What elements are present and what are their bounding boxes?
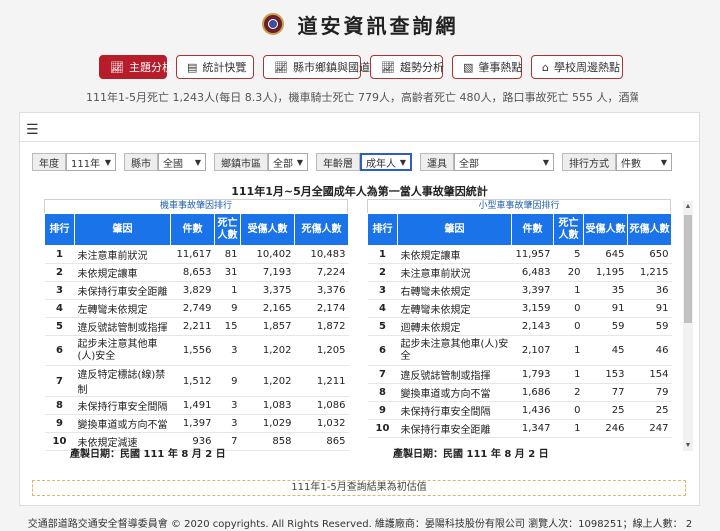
col-header-deaths: 死亡人數 (214, 213, 241, 246)
sort-select[interactable]: 件數 ▼ (616, 153, 672, 171)
id-card-icon: ▤ (187, 60, 198, 74)
nav-tab-topic-analysis[interactable]: 📈︎ 主題分析 (99, 55, 173, 79)
chart-icon: 📈︎ (274, 60, 288, 74)
table-row: 4 左轉彎未依規定 2,749 9 2,165 2,174 (44, 299, 349, 318)
data-date: 產製日期：民國 111 年 8 月 2 日 (70, 449, 226, 460)
report-title: 111年1月~5月全國成年人為第一當人事故肇因統計 (231, 185, 488, 198)
col-header-deaths: 死亡人數 (553, 213, 584, 246)
nav-tab-label: 統計快覽 (202, 61, 247, 74)
nav-tab-accident-hotspots[interactable]: ▧ 肇事熱點 (452, 55, 522, 79)
footer: 交通部道路交通安全督導委員會 © 2020 copyrights. All Ri… (27, 518, 693, 530)
logo-icon (261, 13, 284, 35)
data-date: 產製日期：民國 111 年 8 月 2 日 (393, 449, 549, 460)
table-row: 7 違反特定標誌(線)禁制 1,512 9 1,202 1,211 (44, 365, 349, 397)
table-row: 2 未依規定讓車 8,653 31 7,193 7,224 (44, 263, 349, 282)
scroll-down-icon[interactable]: ▼ (683, 442, 693, 449)
county-select[interactable]: 全國 ▼ (158, 153, 206, 171)
table-row: 10 未保持行車安全距離 1,347 1 246 247 (367, 419, 672, 438)
chevron-down-icon: ▼ (542, 157, 549, 167)
nav-tab-label: 主題分析 (128, 61, 173, 74)
chevron-down-icon: ▼ (194, 157, 201, 167)
table-row: 8 未保持行車安全間隔 1,491 3 1,083 1,086 (44, 396, 349, 415)
col-header-cases: 件數 (511, 213, 554, 246)
table-row: 1 未注意車前狀況 11,617 81 10,402 10,483 (44, 245, 349, 264)
table-title: 機車事故肇因排行 (44, 199, 348, 213)
nav-tab-stats-overview[interactable]: ▤ 統計快覽 (176, 55, 254, 79)
main-panel: ☰ 年度 111年 ▼ 縣市 全國 ▼ 鄉鎮市區 全部 ▼ 年齡層 成年人 ▼ 運具 全… (19, 112, 700, 506)
filter-label-age: 年齡層 (316, 153, 360, 171)
year-select[interactable]: 111年 ▼ (66, 153, 116, 171)
preliminary-notice: 111年1-5月查詢結果為初估值 (32, 480, 686, 496)
vertical-scrollbar[interactable]: ▲ ▼ (683, 201, 693, 451)
table-row: 6 起步未注意其他車(人)安全 2,107 1 45 46 (367, 335, 672, 366)
divider (20, 141, 699, 142)
nav-tab-label: 肇事熱點 (478, 61, 523, 74)
filter-label-vehicle: 運具 (420, 153, 454, 171)
table-row: 3 未保持行車安全距離 3,829 1 3,375 3,376 (44, 281, 349, 300)
table-row: 5 迴轉未依規定 2,143 0 59 59 (367, 317, 672, 336)
nav-tab-label: 學校周邊熱點 (553, 61, 620, 74)
news-ticker: 111年1-5月死亡 1,243人(每日 8.3人)，機車騎士死亡 779人，高… (86, 91, 638, 104)
filter-label-county: 縣市 (124, 153, 158, 171)
col-header-injured: 受傷人數 (240, 213, 295, 246)
motorcycle-cause-table: 機車事故肇因排行 排行 肇因 件數 死亡人數 受傷人數 死傷人數 1 未注意車前狀… (44, 199, 349, 451)
chevron-down-icon: ▼ (104, 157, 111, 167)
nav-tab-school-hotspots[interactable]: ⌂ 學校周邊熱點 (531, 55, 623, 79)
chevron-down-icon: ▼ (660, 157, 667, 167)
table-row: 7 違反號誌管制或指揮 1,793 1 153 154 (367, 365, 672, 384)
table-row: 5 違反號誌管制或指揮 2,211 15 1,857 1,872 (44, 317, 349, 336)
col-header-cause: 肇因 (74, 213, 171, 246)
col-header-casualties: 死傷人數 (294, 213, 349, 246)
scroll-up-icon[interactable]: ▲ (683, 203, 693, 210)
filter-label-district: 鄉鎮市區 (214, 153, 268, 171)
col-header-cause: 肇因 (397, 213, 512, 246)
table-title: 小型車事故肇因排行 (367, 199, 671, 213)
school-icon: ⌂ (542, 60, 549, 74)
col-header-rank: 排行 (44, 213, 75, 246)
main-nav: 📈︎ 主題分析 ▤ 統計快覽 📈︎ 縣市鄉鎮與國道 📈︎ 趨勢分析 ▧ 肇事熱點… (99, 55, 623, 79)
chart-icon: 📈︎ (381, 60, 395, 74)
table-row: 4 左轉彎未依規定 3,159 0 91 91 (367, 299, 672, 318)
site-header: 道安資訊查詢網 (0, 0, 720, 48)
site-title: 道安資訊查詢網 (297, 13, 459, 38)
filter-label-sort: 排行方式 (562, 153, 616, 171)
table-row: 8 變換車道或方向不當 1,686 2 77 79 (367, 383, 672, 402)
map-icon: ▧ (463, 60, 474, 74)
table-row: 1 未依規定讓車 11,957 5 645 650 (367, 245, 672, 264)
district-select[interactable]: 全部 ▼ (268, 153, 308, 171)
table-row: 9 未保持行車安全間隔 1,436 0 25 25 (367, 401, 672, 420)
table-row: 3 右轉彎未依規定 3,397 1 35 36 (367, 281, 672, 300)
col-header-casualties: 死傷人數 (627, 213, 672, 246)
filter-label-year: 年度 (32, 153, 66, 171)
nav-tab-trend-analysis[interactable]: 📈︎ 趨勢分析 (370, 55, 444, 79)
table-row: 9 變換車道或方向不當 1,397 3 1,029 1,032 (44, 414, 349, 433)
table-row: 6 起步未注意其他車(人)安全 1,556 3 1,202 1,205 (44, 335, 349, 366)
col-header-injured: 受傷人數 (583, 213, 628, 246)
nav-tab-county-highway[interactable]: 📈︎ 縣市鄉鎮與國道 (263, 55, 370, 79)
scrollbar-thumb[interactable] (684, 215, 692, 323)
age-group-select[interactable]: 成年人 ▼ (360, 153, 412, 171)
table-row: 2 未注意車前狀況 6,483 20 1,195 1,215 (367, 263, 672, 282)
nav-tab-label: 趨勢分析 (399, 61, 444, 74)
col-header-cases: 件數 (170, 213, 215, 246)
col-header-rank: 排行 (367, 213, 398, 246)
vehicle-select[interactable]: 全部 ▼ (454, 153, 554, 171)
chevron-down-icon: ▼ (296, 157, 303, 167)
nav-tab-label: 縣市鄉鎮與國道 (292, 61, 370, 74)
menu-icon[interactable]: ☰ (26, 121, 39, 138)
chart-icon: 📈︎ (110, 60, 124, 74)
car-cause-table: 小型車事故肇因排行 排行 肇因 件數 死亡人數 受傷人數 死傷人數 1 未依規定讓… (367, 199, 672, 438)
chevron-down-icon: ▼ (399, 157, 406, 167)
filter-bar: 年度 111年 ▼ 縣市 全國 ▼ 鄉鎮市區 全部 ▼ 年齡層 成年人 ▼ 運具 全部 ▼… (32, 153, 680, 171)
